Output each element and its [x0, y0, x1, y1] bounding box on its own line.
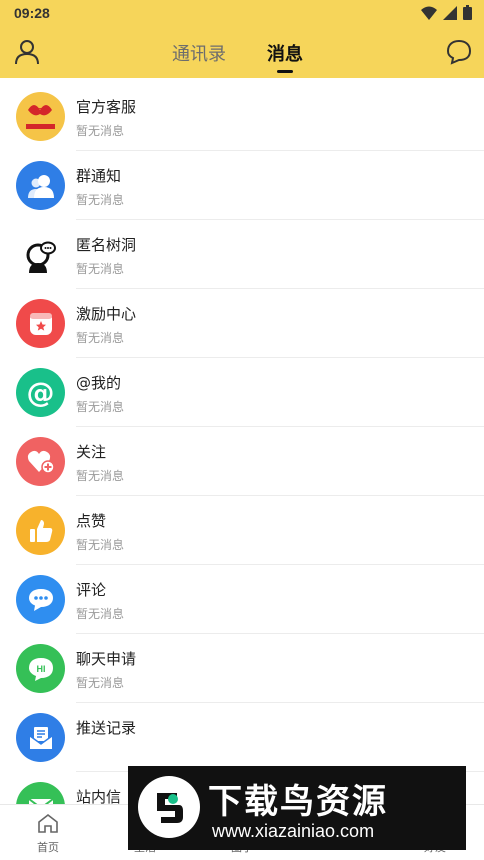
status-bar: 09:28 — [0, 0, 484, 26]
nav-item-home[interactable]: 首页 — [13, 813, 83, 855]
item-subtitle: 暂无消息 — [76, 331, 125, 345]
signal-icon — [443, 5, 457, 20]
watermark-url: www.xiazainiao.com — [212, 821, 375, 841]
list-item[interactable]: 激励中心 暂无消息 — [0, 289, 484, 358]
item-subtitle: 暂无消息 — [76, 400, 125, 414]
profile-icon[interactable] — [14, 39, 40, 65]
anonymous-icon — [16, 230, 65, 279]
wifi-icon — [421, 6, 437, 20]
item-title: @我的 — [76, 374, 122, 392]
item-subtitle: 暂无消息 — [76, 676, 125, 690]
list-item[interactable]: HI 聊天申请 暂无消息 — [0, 634, 484, 703]
nav-label: 首页 — [37, 841, 59, 854]
list-item[interactable]: ᵔ 官方客服 暂无消息 — [0, 82, 484, 151]
item-subtitle: 暂无消息 — [76, 538, 125, 552]
item-title: 群通知 — [76, 167, 122, 185]
item-title: 激励中心 — [76, 305, 137, 323]
active-tab-indicator — [277, 70, 293, 73]
item-title: 官方客服 — [76, 98, 137, 116]
list-item[interactable]: @ @我的 暂无消息 — [0, 358, 484, 427]
mail-icon — [16, 782, 65, 804]
item-subtitle: 暂无消息 — [76, 262, 125, 276]
item-title: 推送记录 — [76, 719, 137, 737]
list-item[interactable]: 评论 暂无消息 — [0, 565, 484, 634]
hi-chat-icon: HI — [16, 644, 65, 693]
home-icon — [38, 813, 58, 833]
comment-icon — [16, 575, 65, 624]
watermark-title: 下载鸟资源 — [208, 782, 388, 822]
top-header: 通讯录 消息 — [0, 26, 484, 78]
at-icon: @ — [16, 368, 65, 417]
push-mail-icon — [16, 713, 65, 762]
item-title: 点赞 — [76, 512, 107, 530]
official-service-logo: ᵔ — [16, 92, 65, 141]
group-icon — [16, 161, 65, 210]
tab-messages[interactable]: 消息 — [267, 40, 303, 66]
status-icons — [421, 5, 472, 20]
item-subtitle: 暂无消息 — [76, 469, 125, 483]
status-time: 09:28 — [14, 5, 50, 21]
list-item[interactable]: 推送记录 — [0, 703, 484, 772]
list-item[interactable]: 群通知 暂无消息 — [0, 151, 484, 220]
watermark-banner: 下载鸟资源 www.xiazainiao.com — [128, 766, 466, 850]
battery-icon — [463, 5, 472, 20]
list-item[interactable]: 点赞 暂无消息 — [0, 496, 484, 565]
chat-bubble-icon[interactable] — [446, 39, 472, 65]
item-subtitle: 暂无消息 — [76, 193, 125, 207]
item-subtitle: 暂无消息 — [76, 607, 125, 621]
heart-plus-icon — [16, 437, 65, 486]
svg-text:HI: HI — [36, 664, 45, 674]
tab-contacts[interactable]: 通讯录 — [172, 40, 226, 66]
thumbs-up-icon — [16, 506, 65, 555]
bird-logo-icon — [138, 776, 200, 838]
item-title: 站内信 — [76, 788, 122, 804]
list-item[interactable]: 关注 暂无消息 — [0, 427, 484, 496]
item-title: 关注 — [76, 443, 107, 461]
item-title: 评论 — [76, 581, 107, 599]
message-list: ᵔ 官方客服 暂无消息 群通知 暂无消息 匿名树洞 暂无消息 激励中心 暂无消息… — [0, 82, 484, 804]
item-title: 匿名树洞 — [76, 236, 137, 254]
item-subtitle: 暂无消息 — [76, 124, 125, 138]
item-title: 聊天申请 — [76, 650, 137, 668]
list-item[interactable]: 匿名树洞 暂无消息 — [0, 220, 484, 289]
reward-icon — [16, 299, 65, 348]
